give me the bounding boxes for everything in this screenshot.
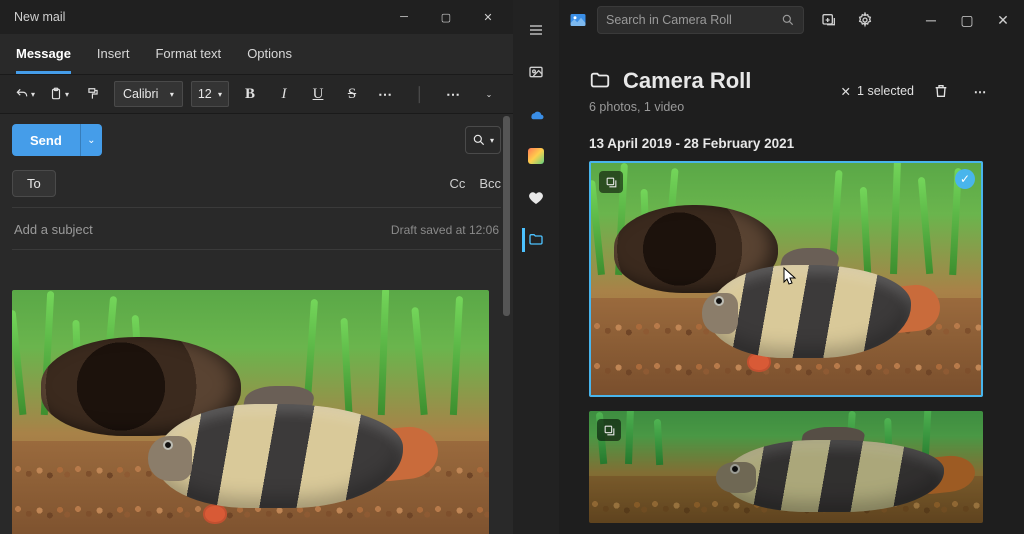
photos-titlebar-right: ─ ▢ ✕ xyxy=(814,5,1018,35)
sidebar-item-all-photos[interactable] xyxy=(524,60,548,84)
font-size-value: 12 xyxy=(198,87,212,101)
photos-app-window: Search in Camera Roll ─ ▢ ✕ xyxy=(513,0,1024,534)
folder-icon xyxy=(589,70,611,92)
toolbar-expand-button[interactable]: ⌄ xyxy=(475,81,501,107)
draft-status: Draft saved at 12:06 xyxy=(391,223,499,237)
toolbar-overflow-button[interactable]: ⋯ xyxy=(441,81,467,107)
photos-maximize-button[interactable]: ▢ xyxy=(952,5,982,35)
subject-row: Add a subject Draft saved at 12:06 xyxy=(12,208,501,250)
scrollbar-thumb[interactable] xyxy=(503,116,510,316)
minimize-button[interactable]: ─ xyxy=(387,3,421,31)
selection-count: 1 selected xyxy=(857,84,914,98)
selection-actions: ✕ 1 selected ⋯ xyxy=(841,78,994,104)
thumbnail-row-2 xyxy=(589,411,994,523)
strikethrough-button[interactable]: S xyxy=(339,81,365,107)
toolbar-divider: │ xyxy=(407,81,433,107)
send-row: Send ⌄ ▾ xyxy=(12,124,501,156)
send-split-button: Send ⌄ xyxy=(12,124,102,156)
mail-scrollbar[interactable] xyxy=(503,76,510,526)
folder-name: Camera Roll xyxy=(623,68,751,94)
mail-app-window: New mail ─ ▢ ✕ Message Insert Format tex… xyxy=(0,0,513,534)
font-name-value: Calibri xyxy=(123,87,158,101)
ribbon-tabs: Message Insert Format text Options xyxy=(0,34,513,74)
send-button[interactable]: Send xyxy=(12,124,80,156)
close-icon: ✕ xyxy=(841,84,851,99)
settings-button[interactable] xyxy=(850,5,880,35)
close-button[interactable]: ✕ xyxy=(471,3,505,31)
sidebar-item-memories[interactable] xyxy=(524,144,548,168)
paste-button[interactable]: ▾ xyxy=(46,81,72,107)
cc-bcc-group: Cc Bcc xyxy=(449,176,501,191)
photos-minimize-button[interactable]: ─ xyxy=(916,5,946,35)
formatting-toolbar: ▾ ▾ Calibri▾ 12▾ B I U S ⋯ │ ⋯ ⌄ xyxy=(0,74,513,114)
mouse-cursor-icon xyxy=(783,267,797,285)
folder-title: Camera Roll xyxy=(589,68,751,94)
clear-selection-button[interactable]: ✕ 1 selected xyxy=(841,84,914,99)
photos-titlebar: Search in Camera Roll ─ ▢ ✕ xyxy=(559,0,1024,40)
subject-input[interactable]: Add a subject xyxy=(14,222,93,237)
gradient-icon xyxy=(528,148,544,164)
cc-button[interactable]: Cc xyxy=(449,176,465,191)
font-name-select[interactable]: Calibri▾ xyxy=(114,81,183,107)
sidebar-item-folders[interactable] xyxy=(522,228,546,252)
photos-content: Camera Roll 6 photos, 1 video ✕ 1 select… xyxy=(559,40,1024,534)
more-formatting-button[interactable]: ⋯ xyxy=(373,81,399,107)
delete-button[interactable] xyxy=(928,78,954,104)
magnifier-icon xyxy=(472,133,486,147)
tab-insert[interactable]: Insert xyxy=(97,40,130,74)
stack-badge-icon xyxy=(599,171,623,193)
inserted-image[interactable] xyxy=(12,290,489,534)
photos-main: Search in Camera Roll ─ ▢ ✕ xyxy=(559,0,1024,534)
photo-thumbnail-2[interactable] xyxy=(589,411,983,523)
folder-summary: 6 photos, 1 video xyxy=(589,100,751,114)
underline-button[interactable]: U xyxy=(305,81,331,107)
fish-photo-content xyxy=(12,290,489,534)
bcc-button[interactable]: Bcc xyxy=(479,176,501,191)
zoom-control[interactable]: ▾ xyxy=(465,126,501,154)
recipients-row: To Cc Bcc xyxy=(12,170,501,208)
photos-sidebar xyxy=(513,0,559,534)
font-size-select[interactable]: 12▾ xyxy=(191,81,229,107)
send-options-button[interactable]: ⌄ xyxy=(80,124,102,156)
format-painter-button[interactable] xyxy=(80,81,106,107)
stack-badge-icon xyxy=(597,419,621,441)
compose-header: Send ⌄ ▾ To Cc Bcc Add a subject Draft s… xyxy=(0,114,513,250)
mail-body[interactable] xyxy=(0,250,513,534)
selected-check-icon[interactable]: ✓ xyxy=(955,169,975,189)
maximize-button[interactable]: ▢ xyxy=(429,3,463,31)
bold-button[interactable]: B xyxy=(237,81,263,107)
search-placeholder: Search in Camera Roll xyxy=(606,13,773,27)
photo-thumbnail-selected[interactable]: ✓ xyxy=(589,161,983,397)
folder-header-row: Camera Roll 6 photos, 1 video ✕ 1 select… xyxy=(589,68,994,114)
mail-window-controls: ─ ▢ ✕ xyxy=(387,3,505,31)
sidebar-item-onedrive[interactable] xyxy=(524,102,548,126)
photos-app-icon xyxy=(569,9,587,31)
tab-message[interactable]: Message xyxy=(16,40,71,74)
photos-close-button[interactable]: ✕ xyxy=(988,5,1018,35)
import-button[interactable] xyxy=(814,5,844,35)
search-input[interactable]: Search in Camera Roll xyxy=(597,6,804,34)
folder-heading-group: Camera Roll 6 photos, 1 video xyxy=(589,68,751,114)
hamburger-icon[interactable] xyxy=(524,18,548,42)
italic-button[interactable]: I xyxy=(271,81,297,107)
mail-window-title: New mail xyxy=(14,10,387,24)
undo-button[interactable]: ▾ xyxy=(12,81,38,107)
sidebar-item-favorites[interactable] xyxy=(524,186,548,210)
more-actions-button[interactable]: ⋯ xyxy=(968,78,994,104)
to-button[interactable]: To xyxy=(12,170,56,197)
fish-photo-content-2 xyxy=(589,411,983,523)
tab-options[interactable]: Options xyxy=(247,40,292,74)
mail-title-bar: New mail ─ ▢ ✕ xyxy=(0,0,513,34)
date-range-heading: 13 April 2019 - 28 February 2021 xyxy=(589,136,994,151)
tab-format-text[interactable]: Format text xyxy=(155,40,221,74)
search-icon xyxy=(781,13,795,27)
